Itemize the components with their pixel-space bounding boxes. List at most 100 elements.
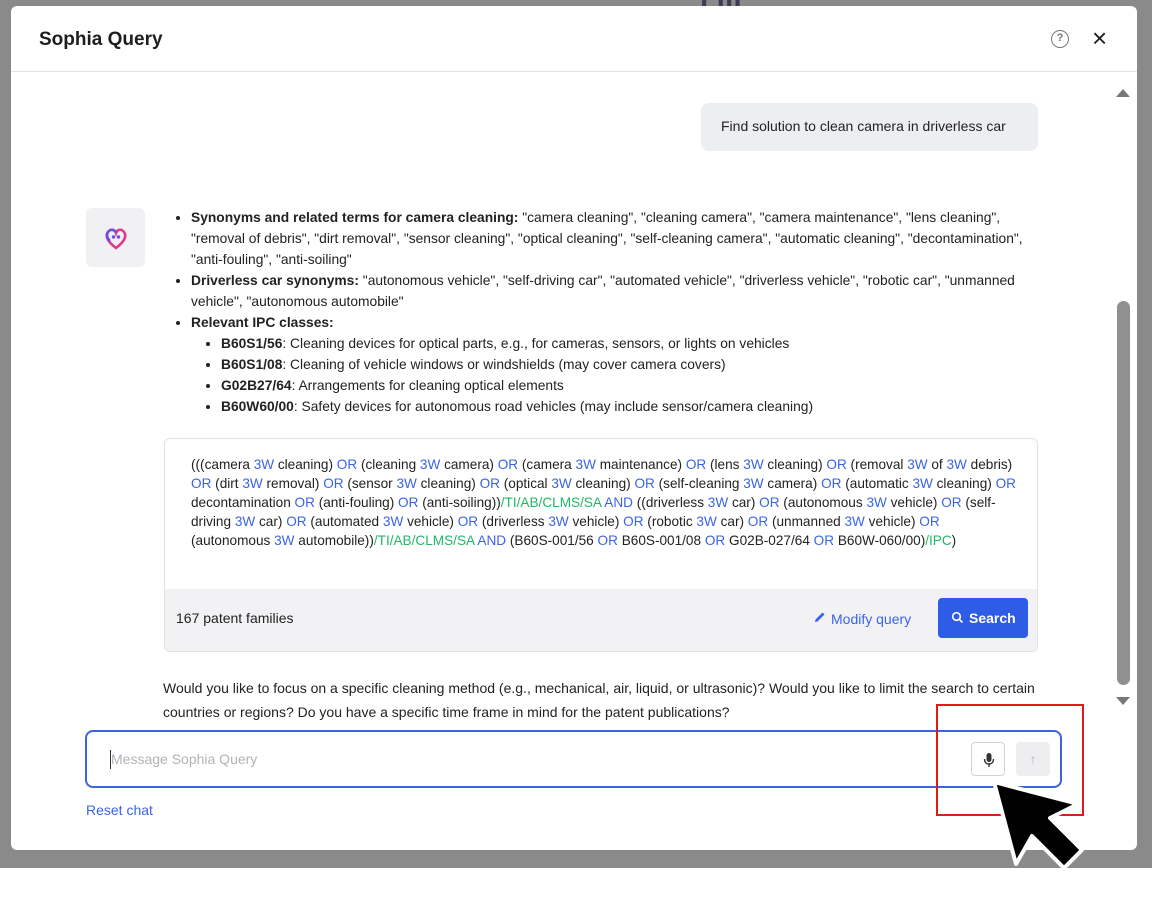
ipc-item: G02B27/64: Arrangements for cleaning opt…: [221, 375, 1034, 396]
query-operator: OR: [826, 457, 846, 472]
query-operator: 3W: [383, 514, 403, 529]
query-term: G02B-027/64: [725, 533, 813, 548]
query-operator: 3W: [396, 476, 416, 491]
query-operator: 3W: [907, 457, 927, 472]
query-term: cleaning): [572, 476, 635, 491]
query-term: car): [717, 514, 748, 529]
query-operator: 3W: [708, 495, 728, 510]
mouse-cursor-icon: [986, 776, 1086, 870]
query-term: (anti-fouling): [315, 495, 398, 510]
query-operator: OR: [398, 495, 418, 510]
query-operator: OR: [814, 533, 834, 548]
query-term: camera): [764, 476, 821, 491]
query-operator: AND: [604, 495, 633, 510]
query-term: (automatic: [841, 476, 912, 491]
ipc-item: B60S1/08: Cleaning of vehicle windows or…: [221, 354, 1034, 375]
ipc-code: B60S1/08: [221, 357, 282, 372]
query-operator: OR: [686, 457, 706, 472]
query-operator: OR: [705, 533, 725, 548]
message-composer[interactable]: ↑: [85, 730, 1062, 788]
modify-query-button[interactable]: Modify query: [813, 610, 911, 627]
query-operator: OR: [996, 476, 1016, 491]
query-operator: 3W: [254, 457, 274, 472]
search-button[interactable]: Search: [938, 598, 1028, 638]
query-term: B60W-060/00): [834, 533, 925, 548]
query-term: (camera: [518, 457, 575, 472]
answer-bullets: Synonyms and related terms for camera cl…: [174, 207, 1034, 417]
query-term: vehicle): [865, 514, 919, 529]
query-operator: 3W: [274, 533, 294, 548]
query-operator: OR: [634, 476, 654, 491]
query-term: (driverless: [478, 514, 548, 529]
page-bottom: [0, 868, 1152, 899]
query-term: car): [255, 514, 286, 529]
query-operator: OR: [458, 514, 478, 529]
query-term: of: [928, 457, 947, 472]
chat-scroll-area[interactable]: Find solution to clean camera in driverl…: [11, 73, 1137, 723]
message-input[interactable]: [111, 748, 911, 770]
user-message-bubble: Find solution to clean camera in driverl…: [701, 103, 1038, 151]
query-operator: 3W: [242, 476, 262, 491]
query-operator: OR: [759, 495, 779, 510]
query-operator: OR: [480, 476, 500, 491]
ipc-list: B60S1/56: Cleaning devices for optical p…: [191, 333, 1034, 417]
list-item: Driverless car synonyms: "autonomous veh…: [191, 270, 1034, 312]
query-operator: OR: [821, 476, 841, 491]
query-operator: OR: [286, 514, 306, 529]
query-term: removal): [263, 476, 323, 491]
query-term: debris): [967, 457, 1012, 472]
query-term: (cleaning: [357, 457, 420, 472]
query-operator: OR: [748, 514, 768, 529]
list-item: Synonyms and related terms for camera cl…: [191, 207, 1034, 270]
query-term: vehicle): [887, 495, 941, 510]
query-field: /TI/AB/CLMS/SA: [374, 533, 474, 548]
close-icon[interactable]: ×: [1092, 23, 1107, 54]
query-operator: 3W: [866, 495, 886, 510]
search-icon: [951, 611, 964, 624]
query-term: cleaning): [274, 457, 337, 472]
search-button-label: Search: [969, 610, 1016, 626]
query-term: cleaning): [764, 457, 827, 472]
query-field: /IPC: [925, 533, 951, 548]
query-term: (unmanned: [768, 514, 844, 529]
query-card: (((camera 3W cleaning) OR (cleaning 3W c…: [164, 438, 1038, 652]
ipc-item: B60W60/00: Safety devices for autonomous…: [221, 396, 1034, 417]
ipc-desc: : Cleaning of vehicle windows or windshi…: [282, 357, 725, 372]
bot-avatar: [86, 208, 145, 267]
query-operator: AND: [477, 533, 506, 548]
reset-chat-link[interactable]: Reset chat: [86, 802, 153, 818]
query-term: automobile)): [295, 533, 374, 548]
query-term: B60S-001/08: [618, 533, 705, 548]
query-term: (autonomous: [780, 495, 867, 510]
query-operator: OR: [598, 533, 618, 548]
dialog-title: Sophia Query: [39, 29, 163, 51]
help-icon[interactable]: ?: [1051, 30, 1069, 48]
query-term: (removal: [847, 457, 907, 472]
query-operator: 3W: [912, 476, 932, 491]
scroll-down-arrow[interactable]: [1116, 697, 1130, 705]
ipc-code: B60W60/00: [221, 399, 294, 414]
bullet-heading: Driverless car synonyms:: [191, 273, 359, 288]
query-field: /TI/AB/CLMS/SA: [501, 495, 601, 510]
query-term: (sensor: [344, 476, 397, 491]
query-term: (((camera: [191, 457, 254, 472]
query-term: (autonomous: [191, 533, 274, 548]
ipc-desc: : Safety devices for autonomous road veh…: [294, 399, 813, 414]
query-operator: 3W: [551, 476, 571, 491]
scrollbar-thumb[interactable]: [1117, 301, 1130, 685]
ipc-code: G02B27/64: [221, 378, 292, 393]
search-query-text: (((camera 3W cleaning) OR (cleaning 3W c…: [191, 455, 1021, 550]
query-term: (self-cleaning: [655, 476, 743, 491]
query-operator: 3W: [576, 457, 596, 472]
query-term: (dirt: [211, 476, 242, 491]
query-term: ): [952, 533, 957, 548]
query-term: vehicle): [569, 514, 623, 529]
modify-query-label: Modify query: [831, 611, 911, 627]
scroll-up-arrow[interactable]: [1116, 89, 1130, 97]
bullet-heading: Synonyms and related terms for camera cl…: [191, 210, 518, 225]
query-operator: OR: [295, 495, 315, 510]
query-term: maintenance): [596, 457, 686, 472]
query-operator: 3W: [696, 514, 716, 529]
query-operator: 3W: [946, 457, 966, 472]
query-operator: 3W: [548, 514, 568, 529]
